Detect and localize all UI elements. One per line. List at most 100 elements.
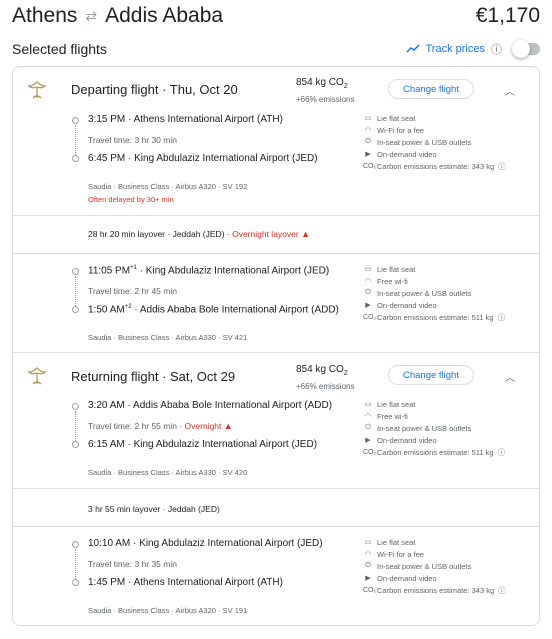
- departure-row: 3:20 AM · Addis Ababa Bole International…: [88, 400, 333, 411]
- toggle-knob[interactable]: [512, 40, 530, 58]
- chevron-up-icon[interactable]: ︿: [505, 83, 515, 98]
- amenity-label: Carbon emissions estimate: 343 kg: [377, 585, 495, 595]
- amenity-item: CO₂ Carbon emissions estimate: 343 kg ⓘ: [363, 584, 528, 596]
- travel-time: Travel time: 2 hr 55 min · Overnight ▲: [88, 421, 233, 431]
- seat-icon: ▭: [364, 401, 372, 408]
- swap-arrows-icon: ⇄: [85, 8, 98, 24]
- change-departing-flight-button[interactable]: Change flight: [388, 79, 474, 99]
- amenity-label: Carbon emissions estimate: 343 kg: [377, 161, 495, 171]
- returning-flight-heading: Returning flight · Sat, Oct 29: [71, 369, 236, 384]
- amenity-item: ▶ On-demand video: [363, 434, 528, 446]
- departure-row: 10:10 AM · King Abdulaziz International …: [88, 538, 323, 549]
- timeline-line: [75, 411, 76, 441]
- returning-section: Returning flight · Sat, Oct 29 854 kg CO…: [13, 352, 539, 625]
- timeline-dot: [72, 268, 79, 275]
- info-icon[interactable]: ⓘ: [491, 41, 502, 57]
- co2-value: 854 kg CO: [296, 77, 344, 88]
- timeline-dot: [72, 541, 79, 548]
- delay-warning: Often delayed by 30+ min: [88, 195, 174, 204]
- co2-icon: CO₂: [363, 586, 377, 594]
- flight-details: Saudia · Business Class · Airbus A320 · …: [88, 182, 248, 191]
- track-prices-label[interactable]: Track prices: [426, 43, 486, 55]
- departure-time: 10:10 AM: [88, 538, 131, 549]
- travel-time: Travel time: 3 hr 30 min: [88, 135, 177, 145]
- flight-details: Saudia · Business Class · Airbus A330 · …: [88, 468, 248, 477]
- arrival-row: 6:15 AM · King Abdulaziz International A…: [88, 439, 318, 450]
- amenity-item: ▶ On-demand video: [363, 148, 528, 160]
- track-prices-toggle[interactable]: [512, 40, 540, 58]
- info-icon[interactable]: ⓘ: [498, 447, 506, 458]
- timeline-line: [75, 125, 76, 155]
- day-offset: +2: [124, 304, 132, 310]
- arrival-airport: Athens International Airport (ATH): [133, 577, 283, 588]
- arrival-airport: King Abdulaziz International Airport (JE…: [133, 439, 318, 450]
- seat-icon: ▭: [364, 266, 372, 273]
- trip-header: Athens ⇄ Addis Ababa €1,170: [12, 3, 540, 29]
- amenity-label: Lie flat seat: [377, 399, 416, 409]
- departure-airport: King Abdulaziz International Airport (JE…: [145, 265, 330, 277]
- seat-icon: ▭: [364, 539, 372, 546]
- departing-date: Thu, Oct 20: [169, 82, 238, 97]
- track-prices-control[interactable]: Track prices ⓘ: [405, 40, 540, 58]
- timeline-dot: [72, 117, 79, 124]
- amenity-item: ▶ On-demand video: [363, 572, 528, 584]
- amenity-label: In-seat power & USB outlets: [377, 423, 472, 433]
- amenity-item: ▶ On-demand video: [363, 299, 528, 311]
- segment-2: 10:10 AM · King Abdulaziz International …: [13, 526, 539, 625]
- amenity-item: ⏻ In-seat power & USB outlets: [363, 136, 528, 148]
- wifi-icon: ◠: [364, 127, 372, 134]
- day-offset: +1: [130, 265, 137, 271]
- arrival-time: 1:45 PM: [88, 577, 126, 588]
- amenity-item: ⏻ In-seat power & USB outlets: [363, 560, 528, 572]
- amenity-label: Lie flat seat: [377, 113, 416, 123]
- amenity-label: On-demand video: [377, 300, 437, 310]
- power-outlet-icon: ⏻: [365, 138, 371, 145]
- amenity-label: Wi-Fi for a fee: [377, 125, 425, 135]
- co2-icon: CO₂: [363, 448, 377, 456]
- chevron-up-icon[interactable]: ︿: [505, 369, 515, 384]
- power-outlet-icon: ⏻: [365, 562, 371, 569]
- departure-row: 3:15 PM · Athens International Airport (…: [88, 114, 283, 125]
- amenity-item: ◠ Wi-Fi for a fee: [363, 548, 528, 560]
- returning-title: Returning flight: [71, 369, 159, 384]
- departure-row: 11:05 PM+1 · King Abdulaziz Internationa…: [88, 265, 330, 277]
- departure-airport: Athens International Airport (ATH): [133, 114, 283, 125]
- route-title: Athens ⇄ Addis Ababa: [12, 3, 223, 29]
- info-icon[interactable]: ⓘ: [498, 161, 506, 172]
- layover-info: 28 hr 20 min layover · Jeddah (JED) · Ov…: [88, 229, 310, 239]
- video-icon: ▶: [365, 302, 371, 309]
- info-icon[interactable]: ⓘ: [498, 312, 506, 323]
- timeline: [72, 117, 80, 162]
- arrival-row: 1:50 AM+2 · Addis Ababa Bole Internation…: [88, 304, 339, 316]
- amenity-label: In-seat power & USB outlets: [377, 561, 472, 571]
- wifi-icon: ◠: [364, 278, 372, 285]
- amenity-item: ◠ Free wi-fi: [363, 410, 528, 422]
- warning-icon: ▲: [223, 421, 233, 431]
- timeline-line: [75, 276, 76, 306]
- co2-icon: CO₂: [363, 162, 377, 170]
- timeline-dot: [72, 403, 79, 410]
- amenity-label: Lie flat seat: [377, 264, 416, 274]
- total-price: €1,170: [475, 4, 540, 27]
- warning-icon: ▲: [301, 229, 311, 239]
- departure-airport: King Abdulaziz International Airport (JE…: [139, 538, 323, 549]
- layover-row: 28 hr 20 min layover · Jeddah (JED) · Ov…: [13, 215, 539, 254]
- flights-card: Departing flight · Thu, Oct 20 854 kg CO…: [12, 66, 540, 626]
- info-icon[interactable]: ⓘ: [498, 585, 506, 596]
- amenity-item: ◠ Wi-Fi for a fee: [363, 124, 528, 136]
- amenity-label: Wi-Fi for a fee: [377, 549, 425, 559]
- arrival-row: 6:45 PM · King Abdulaziz International A…: [88, 153, 318, 164]
- flight-details: Saudia · Business Class · Airbus A330 · …: [88, 333, 248, 342]
- change-returning-flight-button[interactable]: Change flight: [388, 365, 474, 385]
- travel-time: Travel time: 2 hr 45 min: [88, 286, 177, 296]
- departing-co2: 854 kg CO2 +66% emissions: [296, 76, 354, 106]
- amenity-item: ▭ Lie flat seat: [363, 536, 528, 548]
- amenity-label: Free wi-fi: [377, 411, 408, 421]
- amenity-label: In-seat power & USB outlets: [377, 137, 472, 147]
- trend-icon: [405, 44, 420, 53]
- arrival-time: 6:15 AM: [88, 439, 125, 450]
- seat-icon: ▭: [364, 115, 372, 122]
- timeline: [72, 268, 80, 313]
- timeline-line: [75, 549, 76, 579]
- video-icon: ▶: [365, 575, 371, 582]
